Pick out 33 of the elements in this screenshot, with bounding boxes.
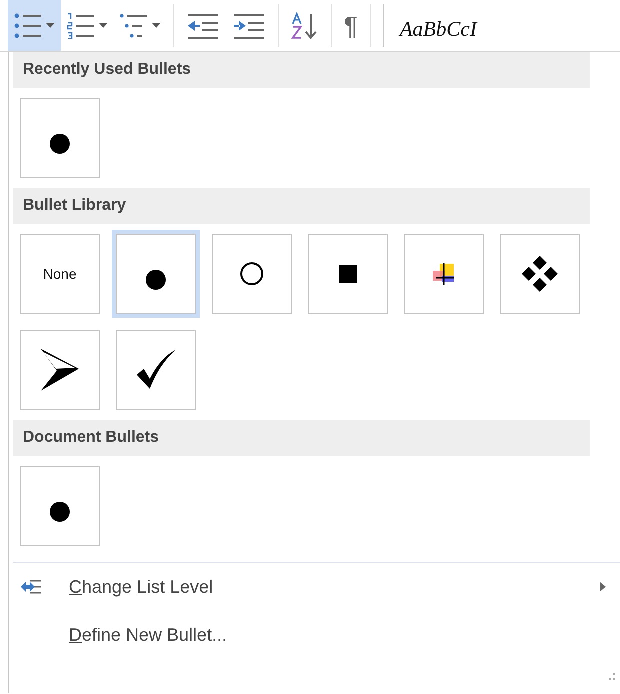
decrease-indent-icon (186, 12, 220, 38)
style-preview[interactable]: AaBbCcI (390, 0, 477, 51)
submenu-arrow-icon (600, 582, 606, 592)
section-header: Recently Used Bullets (13, 52, 590, 88)
section-header: Bullet Library (13, 188, 590, 224)
bullet-option[interactable] (20, 466, 100, 546)
square-bullet-icon (339, 265, 357, 283)
disc-bullet-icon (49, 133, 71, 155)
bulleted-list-icon (14, 12, 42, 38)
circle-bullet-icon (240, 262, 264, 286)
colored-cross-bullet-icon (432, 262, 456, 286)
arrowhead-bullet-icon (39, 347, 81, 393)
multilevel-list-icon (120, 12, 148, 38)
bullets-button[interactable] (8, 0, 61, 51)
bullet-option[interactable] (500, 234, 580, 314)
disc-bullet-icon (145, 269, 167, 291)
menu-item[interactable]: Change List Level (69, 574, 214, 600)
increase-indent-icon (232, 12, 266, 38)
disc-bullet-icon (49, 501, 71, 523)
show-formatting-button[interactable]: ¶ (338, 0, 364, 51)
numbered-list-icon (67, 12, 95, 38)
bullet-option[interactable] (116, 330, 196, 410)
bullet-option[interactable] (20, 98, 100, 178)
menu-item[interactable]: Define New Bullet... (69, 622, 228, 648)
diamonds-bullet-icon (522, 256, 558, 292)
section-header: Document Bullets (13, 420, 590, 456)
checkmark-bullet-icon (135, 349, 177, 391)
bullet-option[interactable] (20, 330, 100, 410)
bullet-option[interactable] (308, 234, 388, 314)
resize-grip-icon (606, 672, 616, 682)
bullet-option[interactable]: None (20, 234, 100, 314)
sort-icon (291, 12, 319, 40)
change-level-icon (21, 579, 43, 595)
